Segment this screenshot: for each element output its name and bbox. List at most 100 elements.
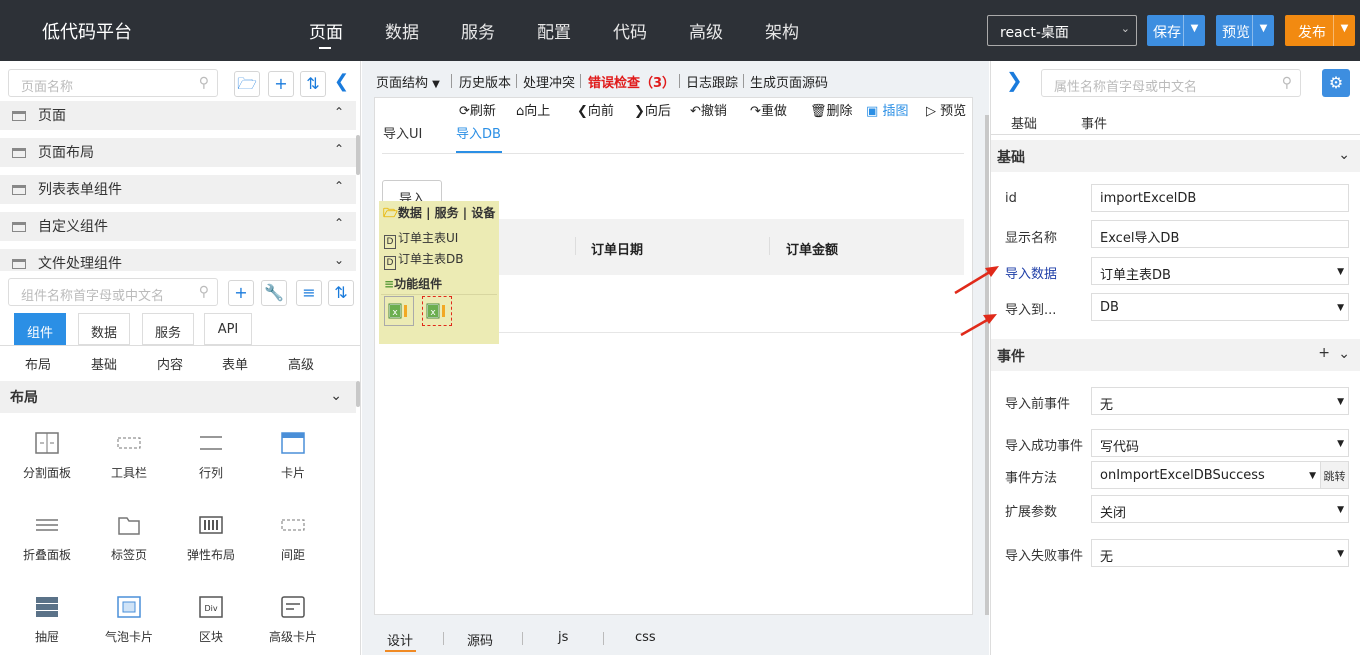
event-extra-params-select[interactable]: 关闭 ▼ <box>1091 495 1349 523</box>
add-icon[interactable]: + <box>268 71 294 97</box>
list-order-icon[interactable]: ≡ <box>296 280 322 306</box>
delete-button[interactable]: 🗑删除 <box>810 100 853 119</box>
add-icon[interactable]: + <box>1318 345 1330 361</box>
column-header[interactable]: 订单日期 <box>591 239 643 258</box>
event-method-select[interactable]: onImportExcelDBSuccess ▼ <box>1091 461 1321 489</box>
tab-source[interactable]: 源码 <box>467 630 493 649</box>
sort-icon[interactable]: ⇅ <box>328 280 354 306</box>
log-trace-button[interactable]: 日志跟踪 <box>686 72 738 91</box>
svg-text:x: x <box>430 308 436 318</box>
page-structure-menu[interactable]: 页面结构 ▼ <box>376 72 440 91</box>
subtab-form[interactable]: 表单 <box>222 354 248 373</box>
resolve-conflict-button[interactable]: 处理冲突 <box>523 72 575 91</box>
tree-item-file[interactable]: 文件处理组件 ⌄ <box>0 249 356 271</box>
prop-display-name-input[interactable]: Excel导入DB <box>1091 220 1349 248</box>
scrollbar[interactable] <box>356 135 360 175</box>
component-collapse[interactable]: 折叠面板 <box>6 514 88 563</box>
component-popover-card[interactable]: 气泡卡片 <box>88 596 170 645</box>
subtab-content[interactable]: 内容 <box>157 354 183 373</box>
nav-data[interactable]: 数据 <box>385 18 419 43</box>
platform-select[interactable]: react-桌面 ⌄ <box>987 15 1137 46</box>
undo-button[interactable]: ↶撤销 <box>690 100 727 119</box>
scrollbar[interactable] <box>356 381 360 407</box>
scrollbar[interactable] <box>985 115 989 615</box>
tab-components[interactable]: 组件 <box>14 313 66 345</box>
event-before-import-select[interactable]: 无 ▼ <box>1091 387 1349 415</box>
tree-item-page[interactable]: 页面 ⌃ <box>0 101 356 130</box>
add-folder-icon[interactable]: 🗁 <box>234 71 260 97</box>
tab-js[interactable]: js <box>558 630 568 645</box>
subtab-basic[interactable]: 基础 <box>91 354 117 373</box>
excel-import-db-icon[interactable]: x <box>422 296 452 326</box>
property-search-input[interactable]: 属性名称首字母或中文名 ⚲ <box>1041 69 1301 97</box>
caret-down-icon[interactable]: ▼ <box>1183 15 1205 46</box>
move-up-button[interactable]: ⌂向上 <box>516 100 550 119</box>
preview-action-button[interactable]: ▷ 预览 <box>926 100 966 119</box>
tab-data[interactable]: 数据 <box>78 313 130 345</box>
tree-item-custom[interactable]: 自定义组件 ⌃ <box>0 212 356 241</box>
insert-image-button[interactable]: ▣ 插图 <box>866 100 908 119</box>
caret-down-icon[interactable]: ▼ <box>1252 15 1274 46</box>
add-icon[interactable]: + <box>228 280 254 306</box>
excel-import-ui-icon[interactable]: x <box>384 296 414 326</box>
settings-gear-icon[interactable]: ⚙ <box>1322 69 1350 97</box>
redo-button[interactable]: ↷重做 <box>750 100 787 119</box>
publish-button[interactable]: 发布 ▼ <box>1285 15 1355 46</box>
component-search-input[interactable]: 组件名称首字母或中文名 ⚲ <box>8 278 218 306</box>
component-tabs[interactable]: 标签页 <box>88 514 170 563</box>
generate-source-button[interactable]: 生成页面源码 <box>750 72 828 91</box>
wrench-icon[interactable]: 🔧 <box>261 280 287 306</box>
move-back-button[interactable]: ❯向后 <box>634 100 671 119</box>
prop-import-data-select[interactable]: 订单主表DB ▼ <box>1091 257 1349 285</box>
move-forward-button[interactable]: ❮向前 <box>577 100 614 119</box>
tab-css[interactable]: css <box>635 630 656 645</box>
caret-down-icon[interactable]: ▼ <box>1333 15 1355 46</box>
component-row-col[interactable]: 行列 <box>170 432 252 481</box>
section-layout[interactable]: 布局 ⌄ <box>0 381 356 413</box>
subtab-layout[interactable]: 布局 <box>25 354 51 373</box>
tree-item-page-layout[interactable]: 页面布局 ⌃ <box>0 138 356 167</box>
nav-advanced[interactable]: 高级 <box>689 18 723 43</box>
tab-import-ui[interactable]: 导入UI <box>383 123 422 142</box>
popup-item[interactable]: D 订单主表UI <box>384 229 458 249</box>
nav-page[interactable]: 页面 <box>309 18 343 43</box>
jump-button[interactable]: 跳转 <box>1320 461 1349 489</box>
subtab-advanced[interactable]: 高级 <box>288 354 314 373</box>
expand-right-icon[interactable]: ❯ <box>1006 68 1023 92</box>
tab-basic-props[interactable]: 基础 <box>1011 113 1037 132</box>
tab-design[interactable]: 设计 <box>387 630 413 649</box>
event-import-success-select[interactable]: 写代码 ▼ <box>1091 429 1349 457</box>
preview-button[interactable]: 预览 ▼ <box>1216 15 1274 46</box>
component-spacing[interactable]: 间距 <box>252 514 334 563</box>
prop-import-to-select[interactable]: DB ▼ <box>1091 293 1349 321</box>
component-card[interactable]: 卡片 <box>252 432 334 481</box>
sort-icon[interactable]: ⇅ <box>300 71 326 97</box>
tab-services[interactable]: 服务 <box>142 313 194 345</box>
save-button[interactable]: 保存 ▼ <box>1147 15 1205 46</box>
nav-config[interactable]: 配置 <box>537 18 571 43</box>
section-basic[interactable]: 基础 ⌄ <box>991 140 1360 172</box>
collapse-left-icon[interactable]: ❮ <box>334 71 349 92</box>
tree-item-list-form[interactable]: 列表表单组件 ⌃ <box>0 175 356 204</box>
nav-code[interactable]: 代码 <box>613 18 647 43</box>
component-block[interactable]: Div 区块 <box>170 596 252 645</box>
component-drawer[interactable]: 抽屉 <box>6 596 88 645</box>
event-import-fail-select[interactable]: 无 ▼ <box>1091 539 1349 567</box>
page-search-input[interactable]: 页面名称 ⚲ <box>8 69 218 97</box>
tab-event-props[interactable]: 事件 <box>1081 113 1107 132</box>
refresh-button[interactable]: ⟳刷新 <box>459 100 496 119</box>
nav-architecture[interactable]: 架构 <box>765 18 799 43</box>
error-check-button[interactable]: 错误检查（3） <box>588 72 675 91</box>
section-events[interactable]: 事件 + ⌄ <box>991 339 1360 371</box>
column-header[interactable]: 订单金额 <box>786 239 838 258</box>
component-flex[interactable]: 弹性布局 <box>170 514 252 563</box>
nav-service[interactable]: 服务 <box>461 18 495 43</box>
tab-import-db[interactable]: 导入DB <box>456 123 501 142</box>
prop-id-input[interactable]: importExcelDB <box>1091 184 1349 212</box>
component-toolbar[interactable]: 工具栏 <box>88 432 170 481</box>
popup-item[interactable]: D 订单主表DB <box>384 250 463 270</box>
history-version-button[interactable]: 历史版本 <box>459 72 511 91</box>
component-advanced-card[interactable]: 高级卡片 <box>252 596 334 645</box>
component-split-panel[interactable]: 分割面板 <box>6 432 88 481</box>
tab-api[interactable]: API <box>204 313 252 345</box>
